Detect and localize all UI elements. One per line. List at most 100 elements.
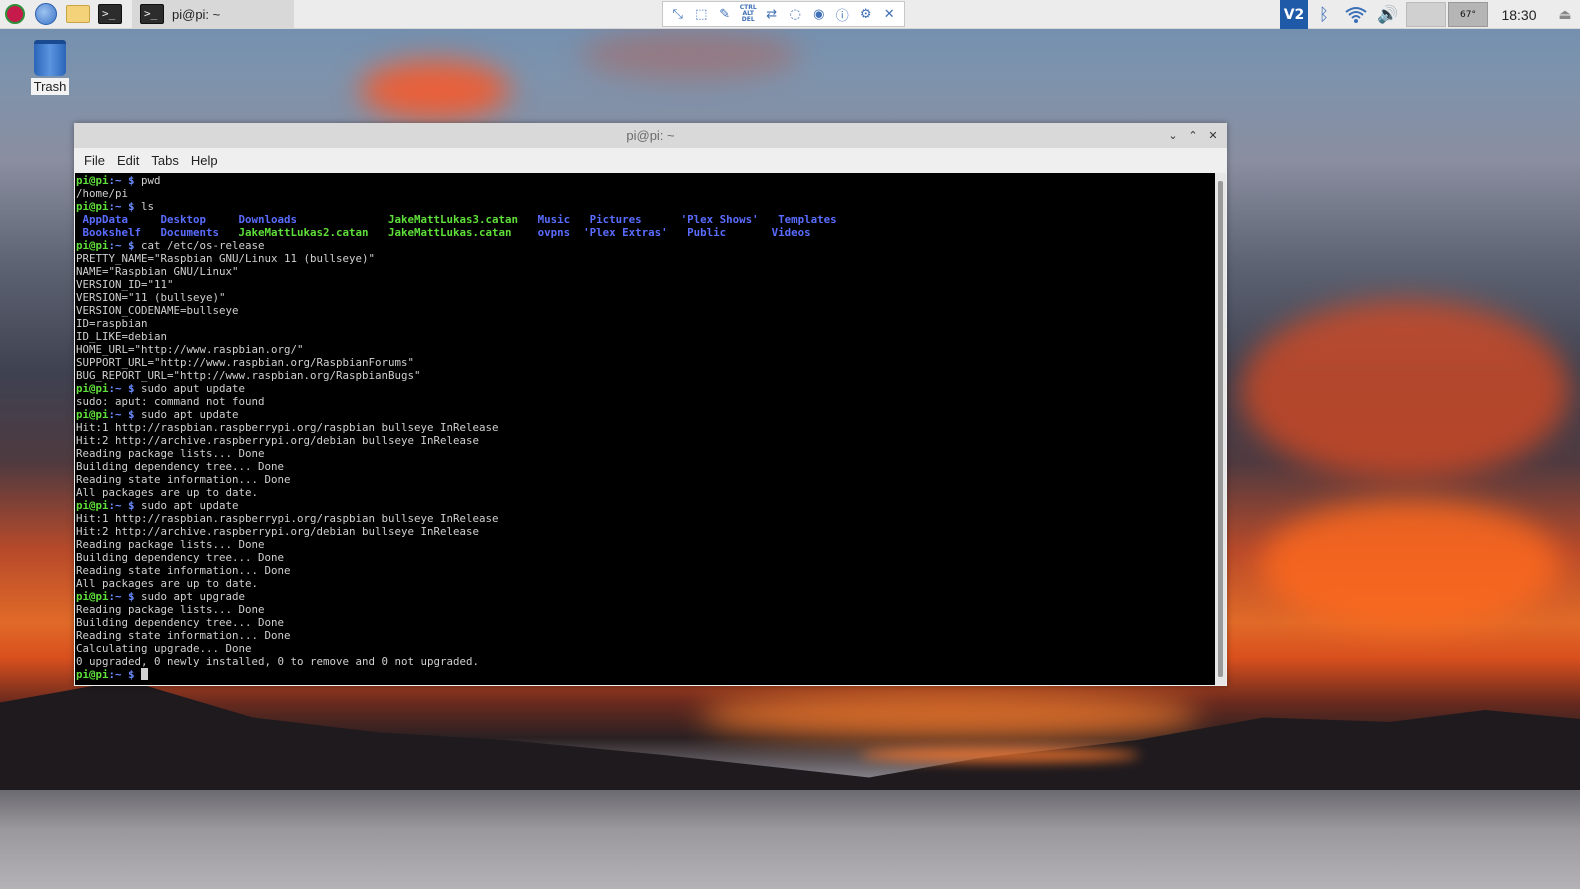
- scrollbar-thumb[interactable]: [1218, 181, 1223, 677]
- output-text: Hit:2 http://archive.raspberrypi.org/deb…: [76, 434, 480, 447]
- menu-file[interactable]: File: [78, 153, 111, 168]
- terminal-prompt-line: pi@pi:~ $ sudo apt update: [76, 499, 1214, 512]
- ls-entry: JakeMattLukas2.catan: [219, 226, 369, 239]
- vnc-toolbar: ⤡ ⬚ ✎ CTRL ALT DEL ⇄ ◌ ◉ ⓘ ⚙ ✕: [662, 1, 905, 27]
- terminal-launcher-icon[interactable]: >_: [98, 4, 122, 24]
- web-browser-icon[interactable]: [35, 3, 57, 25]
- bluetooth-icon[interactable]: ᛒ: [1308, 0, 1340, 29]
- terminal-output-line: Hit:2 http://archive.raspberrypi.org/deb…: [76, 525, 1214, 538]
- minimize-icon[interactable]: ⌄: [1165, 125, 1181, 145]
- scale-icon[interactable]: ⬚: [691, 4, 711, 24]
- terminal-output-line: ID=raspbian: [76, 317, 1214, 330]
- top-panel: >_ >_ pi@pi: ~ ⤡ ⬚ ✎ CTRL ALT DEL ⇄ ◌ ◉ …: [0, 0, 1580, 29]
- terminal-output-line: Hit:1 http://raspbian.raspberrypi.org/ra…: [76, 421, 1214, 434]
- terminal-output-line: Reading package lists... Done: [76, 538, 1214, 551]
- command-text: pwd: [141, 174, 161, 187]
- output-text: Building dependency tree... Done: [76, 551, 285, 564]
- ls-entry: Downloads: [206, 213, 298, 226]
- ls-entry: 'Plex Shows': [641, 213, 759, 226]
- vnc-server-icon[interactable]: V2: [1280, 0, 1308, 29]
- window-menubar: File Edit Tabs Help: [74, 148, 1227, 172]
- command-text: sudo apt update: [141, 499, 239, 512]
- output-text: VERSION="11 (bullseye)": [76, 291, 226, 304]
- volume-icon[interactable]: 🔊: [1372, 0, 1404, 29]
- prompt-path: :~ $: [108, 239, 142, 252]
- terminal-output-line: VERSION_ID="11": [76, 278, 1214, 291]
- terminal-output-line: ID_LIKE=debian: [76, 330, 1214, 343]
- menu-tabs[interactable]: Tabs: [145, 153, 184, 168]
- ls-entry: 'Plex Extras': [570, 226, 668, 239]
- output-text: Reading package lists... Done: [76, 447, 265, 460]
- terminal-output-line: Reading state information... Done: [76, 629, 1214, 642]
- terminal-output-line: /home/pi: [76, 187, 1214, 200]
- ls-entry: JakeMattLukas3.catan: [297, 213, 519, 226]
- terminal-prompt-line: pi@pi:~ $ sudo apt update: [76, 408, 1214, 421]
- terminal-output-line: Building dependency tree... Done: [76, 460, 1214, 473]
- terminal-output-line: Building dependency tree... Done: [76, 551, 1214, 564]
- output-text: Building dependency tree... Done: [76, 460, 285, 473]
- output-text: Reading state information... Done: [76, 473, 291, 486]
- prompt-user: pi@pi: [76, 200, 109, 213]
- prompt-user: pi@pi: [76, 499, 109, 512]
- terminal-output-line: VERSION_CODENAME=bullseye: [76, 304, 1214, 317]
- clock[interactable]: 18:30: [1488, 7, 1550, 23]
- taskbar-terminal-button[interactable]: >_ pi@pi: ~: [132, 0, 294, 29]
- settings-gear-icon[interactable]: ⚙: [856, 4, 876, 24]
- ls-entry: Videos: [726, 226, 811, 239]
- system-tray: V2 ᛒ 🔊 67° 18:30 ⏏: [1280, 0, 1580, 29]
- output-text: BUG_REPORT_URL="http://www.raspbian.org/…: [76, 369, 421, 382]
- output-text: Reading package lists... Done: [76, 538, 265, 551]
- wifi-icon[interactable]: [1340, 0, 1372, 29]
- terminal-output-line: sudo: aput: command not found: [76, 395, 1214, 408]
- terminal-output-line: Hit:2 http://archive.raspberrypi.org/deb…: [76, 434, 1214, 447]
- output-text: Building dependency tree... Done: [76, 616, 285, 629]
- output-text: PRETTY_NAME="Raspbian GNU/Linux 11 (bull…: [76, 252, 376, 265]
- cpu-temperature: 67°: [1448, 2, 1488, 27]
- maximize-icon[interactable]: ⌃: [1185, 125, 1201, 145]
- prompt-path: :~ $: [108, 408, 142, 421]
- command-text: sudo apt upgrade: [141, 590, 246, 603]
- ctrl-alt-del-button[interactable]: CTRL ALT DEL: [738, 4, 758, 24]
- close-toolbar-icon[interactable]: ✕: [879, 4, 899, 24]
- raspberry-menu-button[interactable]: [0, 0, 30, 29]
- close-icon[interactable]: ✕: [1205, 125, 1221, 145]
- command-text: ls: [141, 200, 155, 213]
- trash-desktop-icon[interactable]: Trash: [30, 40, 70, 95]
- menu-help[interactable]: Help: [185, 153, 224, 168]
- file-manager-icon[interactable]: [66, 5, 90, 23]
- terminal-output[interactable]: pi@pi:~ $ pwd/home/pi pi@pi:~ $ ls AppDat…: [75, 173, 1215, 685]
- output-text: All packages are up to date.: [76, 486, 259, 499]
- ls-entry: Desktop: [128, 213, 207, 226]
- prompt-user: pi@pi: [76, 174, 109, 187]
- eject-icon[interactable]: ⏏: [1550, 7, 1580, 23]
- pin-icon[interactable]: ✎: [715, 4, 735, 24]
- ls-entry: Public: [667, 226, 727, 239]
- ls-output-row: Bookshelf Documents JakeMattLukas2.catan…: [76, 226, 1214, 239]
- window-titlebar[interactable]: pi@pi: ~ ⌄ ⌃ ✕: [74, 123, 1227, 148]
- menu-edit[interactable]: Edit: [111, 153, 145, 168]
- raspberry-pi-icon: [5, 4, 25, 24]
- command-text: sudo aput update: [141, 382, 246, 395]
- ls-entry: ovpns: [511, 226, 571, 239]
- terminal-icon: >_: [140, 4, 164, 24]
- prompt-user: pi@pi: [76, 668, 109, 681]
- output-text: Reading state information... Done: [76, 629, 291, 642]
- chat-icon[interactable]: ◌: [785, 4, 805, 24]
- info-icon[interactable]: ⓘ: [832, 4, 852, 24]
- trash-icon: [34, 40, 66, 76]
- output-text: Reading state information... Done: [76, 564, 291, 577]
- prompt-user: pi@pi: [76, 590, 109, 603]
- prompt-user: pi@pi: [76, 382, 109, 395]
- terminal-output-line: Hit:1 http://raspbian.raspberrypi.org/ra…: [76, 512, 1214, 525]
- transfer-files-icon[interactable]: ⇄: [762, 4, 782, 24]
- record-icon[interactable]: ◉: [809, 4, 829, 24]
- command-text: cat /etc/os-release: [141, 239, 265, 252]
- fullscreen-icon[interactable]: ⤡: [668, 4, 688, 24]
- terminal-scrollbar[interactable]: [1215, 173, 1226, 685]
- terminal-prompt-line: pi@pi:~ $ ls: [76, 200, 1214, 213]
- prompt-path: :~ $: [108, 174, 142, 187]
- output-text: All packages are up to date.: [76, 577, 259, 590]
- output-text: sudo: aput: command not found: [76, 395, 265, 408]
- output-text: Calculating upgrade... Done: [76, 642, 252, 655]
- trash-label: Trash: [30, 78, 70, 95]
